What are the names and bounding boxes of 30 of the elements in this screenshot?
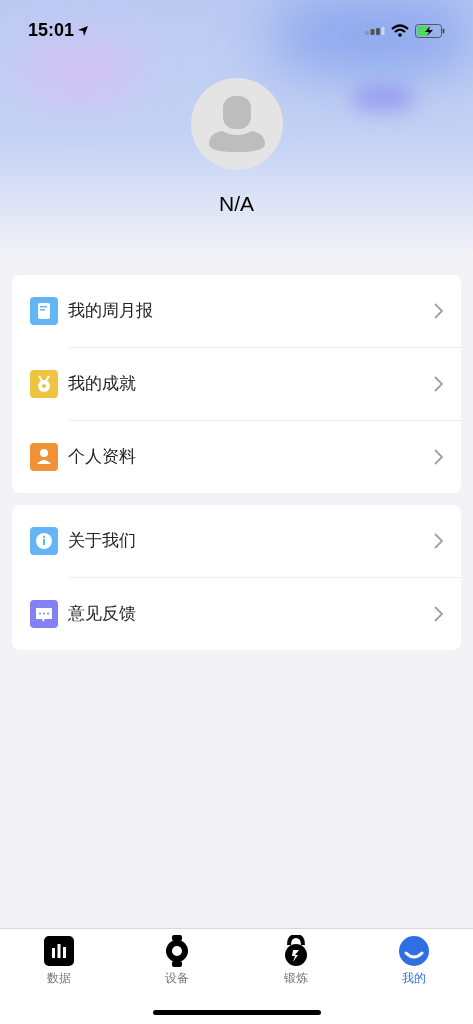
tab[interactable]: 锻炼 xyxy=(236,935,355,987)
watch-icon xyxy=(165,935,190,967)
menu-item[interactable]: 我的周月报 xyxy=(12,275,461,347)
signal-icon xyxy=(365,26,385,35)
menu-item[interactable]: 关于我们 xyxy=(12,505,461,577)
smile-icon xyxy=(398,936,429,966)
chevron-right-icon xyxy=(434,606,443,622)
profile-name: N/A xyxy=(219,191,254,217)
person-silhouette-icon xyxy=(207,95,266,153)
wifi-icon xyxy=(391,24,409,37)
tab[interactable]: 设备 xyxy=(118,935,237,987)
battery-icon xyxy=(415,23,445,38)
menu-item[interactable]: 个人资料 xyxy=(12,421,461,493)
tab[interactable]: 数据 xyxy=(0,935,119,987)
tab[interactable]: 我的 xyxy=(354,935,473,987)
menu-label: 关于我们 xyxy=(68,530,137,553)
status-time: 15:01 xyxy=(28,19,75,42)
chevron-right-icon xyxy=(434,303,443,319)
menu-label: 意见反馈 xyxy=(68,603,137,626)
location-arrow-icon xyxy=(77,24,90,37)
chevron-right-icon xyxy=(434,449,443,465)
chevron-right-icon xyxy=(434,533,443,549)
menu-item[interactable]: 我的成就 xyxy=(12,348,461,420)
menu-item[interactable]: 意见反馈 xyxy=(12,578,461,650)
menu-label: 我的成就 xyxy=(68,373,137,396)
chevron-right-icon xyxy=(434,376,443,392)
menu-label: 个人资料 xyxy=(68,446,137,469)
kettlebell-icon xyxy=(283,935,308,967)
bar-chart-icon xyxy=(44,936,75,966)
menu-label: 我的周月报 xyxy=(68,300,154,323)
